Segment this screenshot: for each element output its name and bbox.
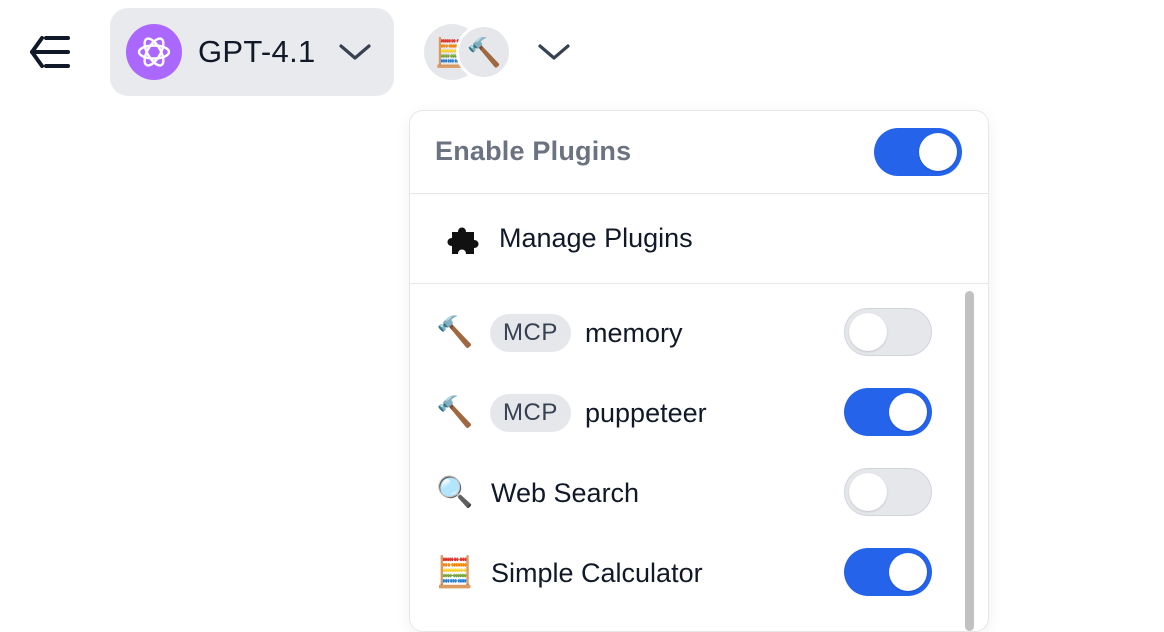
plugins-dropdown: Enable Plugins Manage Plugins 🔨 MCP memo… — [409, 110, 989, 632]
plugin-toggle-simple-calculator[interactable] — [844, 548, 932, 596]
manage-plugins-button[interactable]: Manage Plugins — [410, 194, 988, 284]
plugin-name: puppeteer — [585, 398, 707, 428]
sidebar-toggle-button[interactable] — [22, 28, 78, 76]
hammer-icon: 🔨 — [456, 24, 512, 80]
plugin-toggle-puppeteer[interactable] — [844, 388, 932, 436]
plugin-row-puppeteer: 🔨 MCP puppeteer — [410, 373, 960, 453]
toggle-knob — [919, 133, 957, 171]
plugin-name: memory — [585, 318, 683, 348]
enable-plugins-toggle[interactable] — [874, 128, 962, 176]
plugin-row-web-search: 🔍 Web Search — [410, 453, 960, 533]
hammer-icon: 🔨 — [436, 316, 474, 349]
toggle-knob — [849, 473, 887, 511]
plugin-toggle-web-search[interactable] — [844, 468, 932, 516]
chevron-down-icon — [338, 42, 372, 62]
mcp-badge: MCP — [490, 394, 571, 432]
plugin-row-simple-calculator: 🧮 Simple Calculator — [410, 533, 960, 613]
magnifier-icon: 🔍 — [436, 476, 474, 509]
collapse-sidebar-icon — [30, 36, 70, 68]
plugins-dropdown-toggle[interactable] — [532, 34, 576, 70]
manage-plugins-label: Manage Plugins — [499, 223, 693, 253]
openai-logo-icon — [126, 24, 182, 80]
scrollbar-thumb[interactable] — [965, 291, 974, 631]
enable-plugins-row: Enable Plugins — [410, 111, 988, 194]
toggle-knob — [889, 553, 927, 591]
model-name: GPT-4.1 — [198, 34, 316, 69]
hammer-icon: 🔨 — [436, 396, 474, 429]
plugin-name: Web Search — [491, 478, 640, 508]
toggle-knob — [889, 393, 927, 431]
active-plugins-avatars[interactable]: 🧮 🔨 — [424, 24, 524, 80]
plugin-toggle-memory[interactable] — [844, 308, 932, 356]
enable-plugins-label: Enable Plugins — [435, 136, 632, 166]
toggle-knob — [849, 313, 887, 351]
model-selector-button[interactable]: GPT-4.1 — [110, 8, 394, 96]
mcp-badge: MCP — [490, 314, 571, 352]
abacus-icon: 🧮 — [436, 556, 474, 589]
plugin-row-memory: 🔨 MCP memory — [410, 293, 960, 373]
chevron-down-icon — [538, 44, 570, 60]
plugin-name: Simple Calculator — [491, 558, 703, 588]
puzzle-piece-icon — [447, 227, 479, 254]
